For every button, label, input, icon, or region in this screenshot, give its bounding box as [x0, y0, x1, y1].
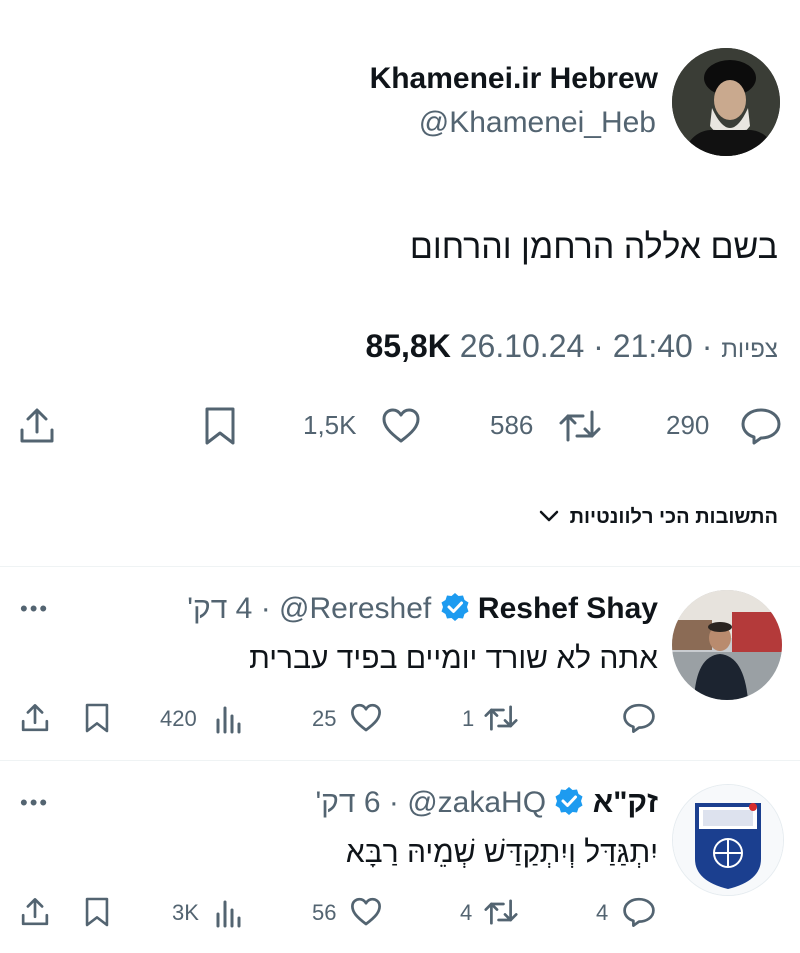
retweet-count[interactable]: 1: [462, 706, 474, 732]
reply-count[interactable]: 4: [596, 900, 608, 926]
views-count: 85,8K: [365, 328, 451, 364]
bookmark-icon: [85, 897, 109, 927]
reply-author-name[interactable]: Reshef Shay: [478, 592, 658, 625]
meta-separator: ·: [388, 786, 399, 819]
bookmark-icon: [205, 407, 235, 445]
chevron-down-icon: [538, 506, 560, 529]
analytics-icon: [216, 706, 241, 734]
verified-badge-icon: [440, 592, 470, 630]
views-button[interactable]: [214, 896, 242, 928]
bookmark-button[interactable]: [84, 896, 110, 928]
heart-icon: [351, 703, 381, 732]
share-icon: [21, 704, 49, 732]
meta-separator: ·: [260, 592, 271, 625]
meta-separator: ·: [593, 328, 604, 364]
view-count[interactable]: 420: [160, 706, 197, 732]
bookmark-button[interactable]: [203, 406, 237, 446]
more-options-button[interactable]: •••: [20, 596, 49, 622]
reply-icon: [623, 703, 655, 733]
reply-icon: [741, 408, 781, 445]
reply-handle[interactable]: @zakaHQ: [407, 786, 546, 819]
views-label: צפיות: [721, 336, 778, 363]
more-icon: •••: [20, 596, 50, 621]
author-name[interactable]: Khamenei.ir Hebrew: [370, 62, 658, 96]
like-count[interactable]: 56: [312, 900, 336, 926]
like-count[interactable]: 1,5K: [303, 410, 357, 441]
retweet-button[interactable]: [482, 896, 520, 928]
reply-icon: [623, 897, 655, 927]
reply-button[interactable]: [622, 702, 656, 734]
bookmark-icon: [85, 703, 109, 733]
tweet-date[interactable]: 26.10.24: [460, 328, 585, 364]
retweet-count[interactable]: 586: [490, 410, 533, 441]
like-button[interactable]: [350, 702, 382, 734]
replies-sort-label: התשובות הכי רלוונטיות: [569, 506, 778, 528]
reply-text: יִתְגַּדַּל וְיִתְקַדַּשׁ שְׁמֵיהּ רַבָּ…: [345, 836, 658, 869]
more-icon: •••: [20, 790, 50, 815]
retweet-button[interactable]: [482, 702, 520, 734]
tweet-text: בשם אללה הרחמן והרחום: [409, 228, 778, 266]
share-button[interactable]: [20, 702, 50, 734]
reply-time[interactable]: 6 דק': [315, 786, 380, 819]
reply-button[interactable]: [740, 406, 782, 446]
reply-avatar[interactable]: [672, 590, 782, 700]
like-button[interactable]: [350, 896, 382, 928]
share-button[interactable]: [20, 896, 50, 928]
like-button[interactable]: [381, 406, 421, 446]
like-count[interactable]: 25: [312, 706, 336, 732]
reply-count[interactable]: 290: [666, 410, 709, 441]
bookmark-button[interactable]: [84, 702, 110, 734]
divider: [0, 760, 800, 761]
view-count[interactable]: 3K: [172, 900, 199, 926]
tweet-meta: 85,8K צפיות · 21:40 · 26.10.24: [365, 328, 778, 365]
divider: [0, 566, 800, 567]
analytics-icon: [216, 900, 241, 928]
reply-header: 4 דק' · @Rereshef Reshef Shay: [187, 592, 658, 630]
reply-button[interactable]: [622, 896, 656, 928]
reply-text: אתה לא שורד יומיים בפיד עברית: [249, 642, 658, 675]
reply-header: 6 דק' · @zakaHQ זק"א: [315, 786, 658, 824]
author-handle[interactable]: @Khamenei_Heb: [419, 106, 656, 140]
share-icon: [20, 408, 54, 443]
retweet-icon: [484, 899, 518, 925]
retweet-button[interactable]: [557, 406, 603, 446]
reply-handle[interactable]: @Rereshef: [279, 592, 431, 625]
verified-badge-icon: [554, 786, 584, 824]
retweet-icon: [484, 705, 518, 731]
reply-time[interactable]: 4 דק': [187, 592, 252, 625]
share-button[interactable]: [18, 406, 56, 446]
heart-icon: [382, 408, 420, 443]
share-icon: [21, 898, 49, 926]
retweet-icon: [559, 410, 601, 442]
heart-icon: [351, 897, 381, 926]
reply-avatar[interactable]: [672, 784, 784, 896]
more-options-button[interactable]: •••: [20, 790, 49, 816]
retweet-count[interactable]: 4: [460, 900, 472, 926]
replies-sort-dropdown[interactable]: התשובות הכי רלוונטיות: [538, 506, 778, 529]
views-button[interactable]: [214, 702, 242, 734]
reply-author-name[interactable]: זק"א: [593, 786, 658, 819]
meta-separator: ·: [701, 328, 713, 364]
tweet-time[interactable]: 21:40: [613, 328, 693, 364]
author-avatar[interactable]: [672, 48, 780, 156]
